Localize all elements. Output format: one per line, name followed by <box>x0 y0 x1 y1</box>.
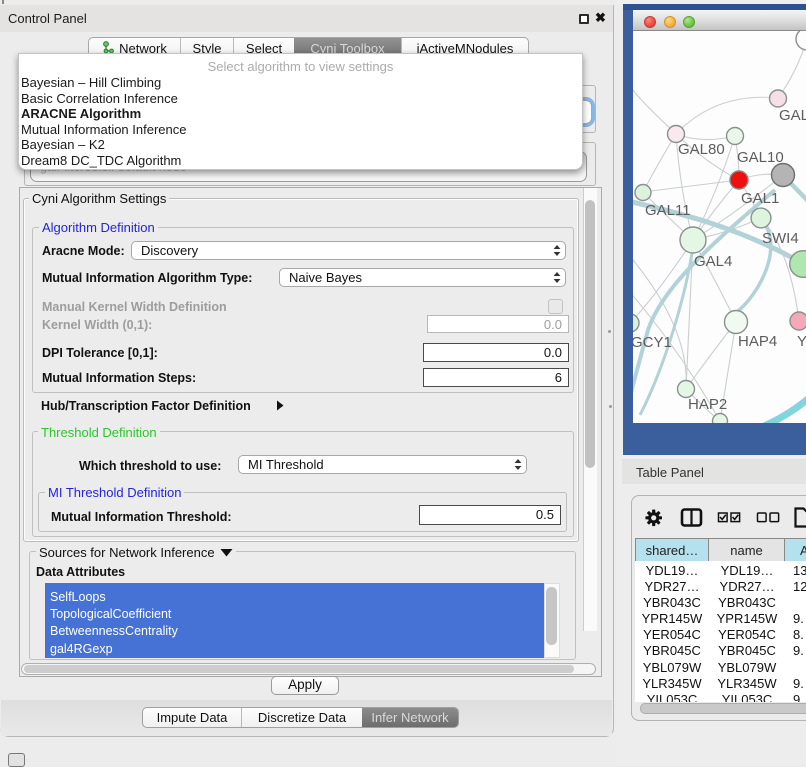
svg-text:GCY1: GCY1 <box>633 334 672 351</box>
svg-text:GAL11: GAL11 <box>645 202 691 219</box>
svg-text:GAL80: GAL80 <box>678 141 725 158</box>
svg-text:GAL4: GAL4 <box>694 253 732 270</box>
svg-text:SWI4: SWI4 <box>762 230 799 247</box>
svg-text:GAL10: GAL10 <box>737 149 784 166</box>
svg-text:Y: Y <box>797 333 806 350</box>
svg-text:HAP4: HAP4 <box>738 333 777 350</box>
svg-text:GAL1: GAL1 <box>741 190 779 207</box>
svg-text:HAP2: HAP2 <box>688 396 727 413</box>
svg-text:GAL2: GAL2 <box>779 107 806 124</box>
